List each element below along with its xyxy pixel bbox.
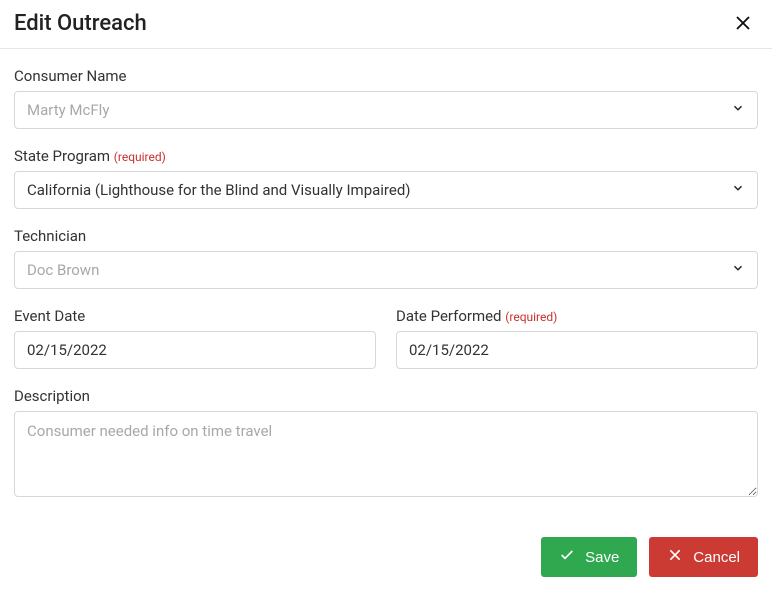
- edit-outreach-modal: Edit Outreach Consumer Name Marty McFly …: [0, 0, 772, 589]
- save-button-label: Save: [585, 549, 619, 566]
- cancel-button[interactable]: Cancel: [649, 537, 758, 577]
- state-program-field: State Program (required) California (Lig…: [14, 147, 758, 209]
- close-icon: [734, 20, 752, 35]
- modal-header: Edit Outreach: [0, 0, 772, 49]
- consumer-name-label: Consumer Name: [14, 67, 758, 85]
- state-program-label-text: State Program: [14, 147, 110, 165]
- cancel-button-label: Cancel: [693, 549, 740, 566]
- chevron-down-icon: [731, 181, 745, 199]
- event-date-label: Event Date: [14, 307, 376, 325]
- date-performed-field: Date Performed (required): [396, 307, 758, 369]
- date-performed-required: (required): [505, 310, 557, 324]
- date-performed-label: Date Performed (required): [396, 307, 758, 325]
- chevron-down-icon: [731, 101, 745, 119]
- technician-label: Technician: [14, 227, 758, 245]
- description-textarea[interactable]: [14, 411, 758, 497]
- consumer-name-select[interactable]: Marty McFly: [14, 91, 758, 129]
- dates-row: Event Date Date Performed (required): [14, 307, 758, 387]
- event-date-field: Event Date: [14, 307, 376, 369]
- modal-body: Consumer Name Marty McFly State Program …: [0, 49, 772, 501]
- description-field: Description: [14, 387, 758, 501]
- technician-field: Technician Doc Brown: [14, 227, 758, 289]
- close-icon: [667, 547, 683, 567]
- close-button[interactable]: [730, 10, 756, 36]
- save-button[interactable]: Save: [541, 537, 637, 577]
- date-performed-label-text: Date Performed: [396, 307, 502, 325]
- technician-select[interactable]: Doc Brown: [14, 251, 758, 289]
- state-program-value: California (Lighthouse for the Blind and…: [27, 181, 411, 199]
- consumer-name-value: Marty McFly: [27, 101, 109, 119]
- state-program-select[interactable]: California (Lighthouse for the Blind and…: [14, 171, 758, 209]
- state-program-required: (required): [114, 150, 166, 164]
- technician-value: Doc Brown: [27, 261, 99, 279]
- event-date-input[interactable]: [14, 331, 376, 369]
- date-performed-input[interactable]: [396, 331, 758, 369]
- consumer-name-field: Consumer Name Marty McFly: [14, 67, 758, 129]
- modal-footer: Save Cancel: [0, 519, 772, 589]
- state-program-label: State Program (required): [14, 147, 758, 165]
- modal-title: Edit Outreach: [14, 11, 147, 36]
- description-label: Description: [14, 387, 758, 405]
- chevron-down-icon: [731, 261, 745, 279]
- check-icon: [559, 547, 575, 567]
